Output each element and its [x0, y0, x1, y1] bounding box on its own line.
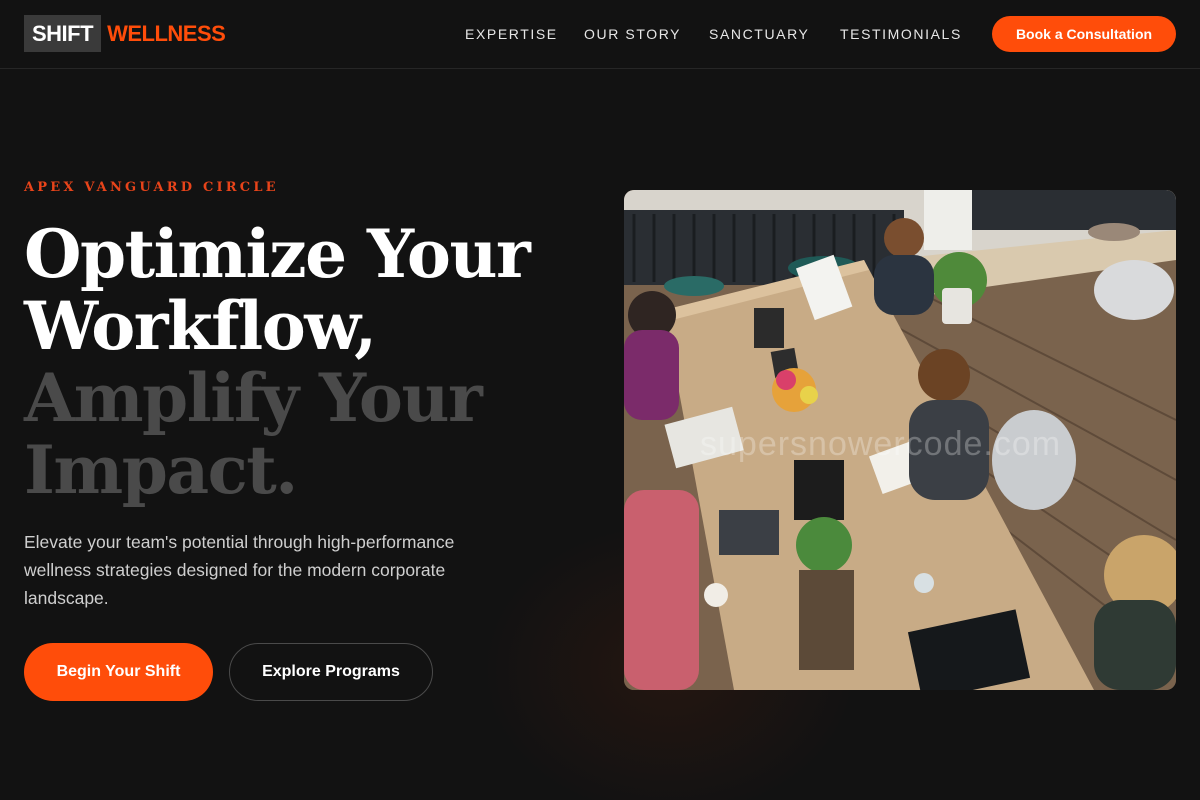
headline-line-1: Optimize Your — [24, 215, 531, 293]
headline-line-4: Impact. — [24, 431, 298, 509]
book-consultation-button[interactable]: Book a Consultation — [992, 16, 1176, 52]
nav-link-sanctuary[interactable]: SANCTUARY — [709, 26, 810, 42]
explore-programs-button[interactable]: Explore Programs — [229, 643, 433, 701]
nav-link-expertise[interactable]: EXPERTISE — [465, 26, 558, 42]
hero-eyebrow: APEX VANGUARD CIRCLE — [24, 180, 279, 195]
image-watermark: supersnowercode.com — [700, 425, 1062, 463]
logo-wordmark-box: SHIFT — [24, 15, 102, 52]
hero-headline: Optimize Your Workflow, Amplify Your Imp… — [24, 218, 584, 506]
nav-link-testimonials[interactable]: TESTIMONIALS — [840, 26, 962, 42]
site-header: SHIFT WELLNESS EXPERTISE OUR STORY SANCT… — [0, 0, 1200, 69]
headline-line-2: Workflow, — [24, 287, 377, 365]
logo[interactable]: SHIFT WELLNESS — [24, 15, 226, 52]
logo-wordmark-accent: WELLNESS — [107, 20, 226, 46]
nav-link-our-story[interactable]: OUR STORY — [584, 26, 681, 42]
headline-line-3: Amplify Your — [24, 359, 483, 437]
hero-subtext: Elevate your team's potential through hi… — [24, 532, 455, 608]
begin-your-shift-button[interactable]: Begin Your Shift — [24, 643, 213, 701]
